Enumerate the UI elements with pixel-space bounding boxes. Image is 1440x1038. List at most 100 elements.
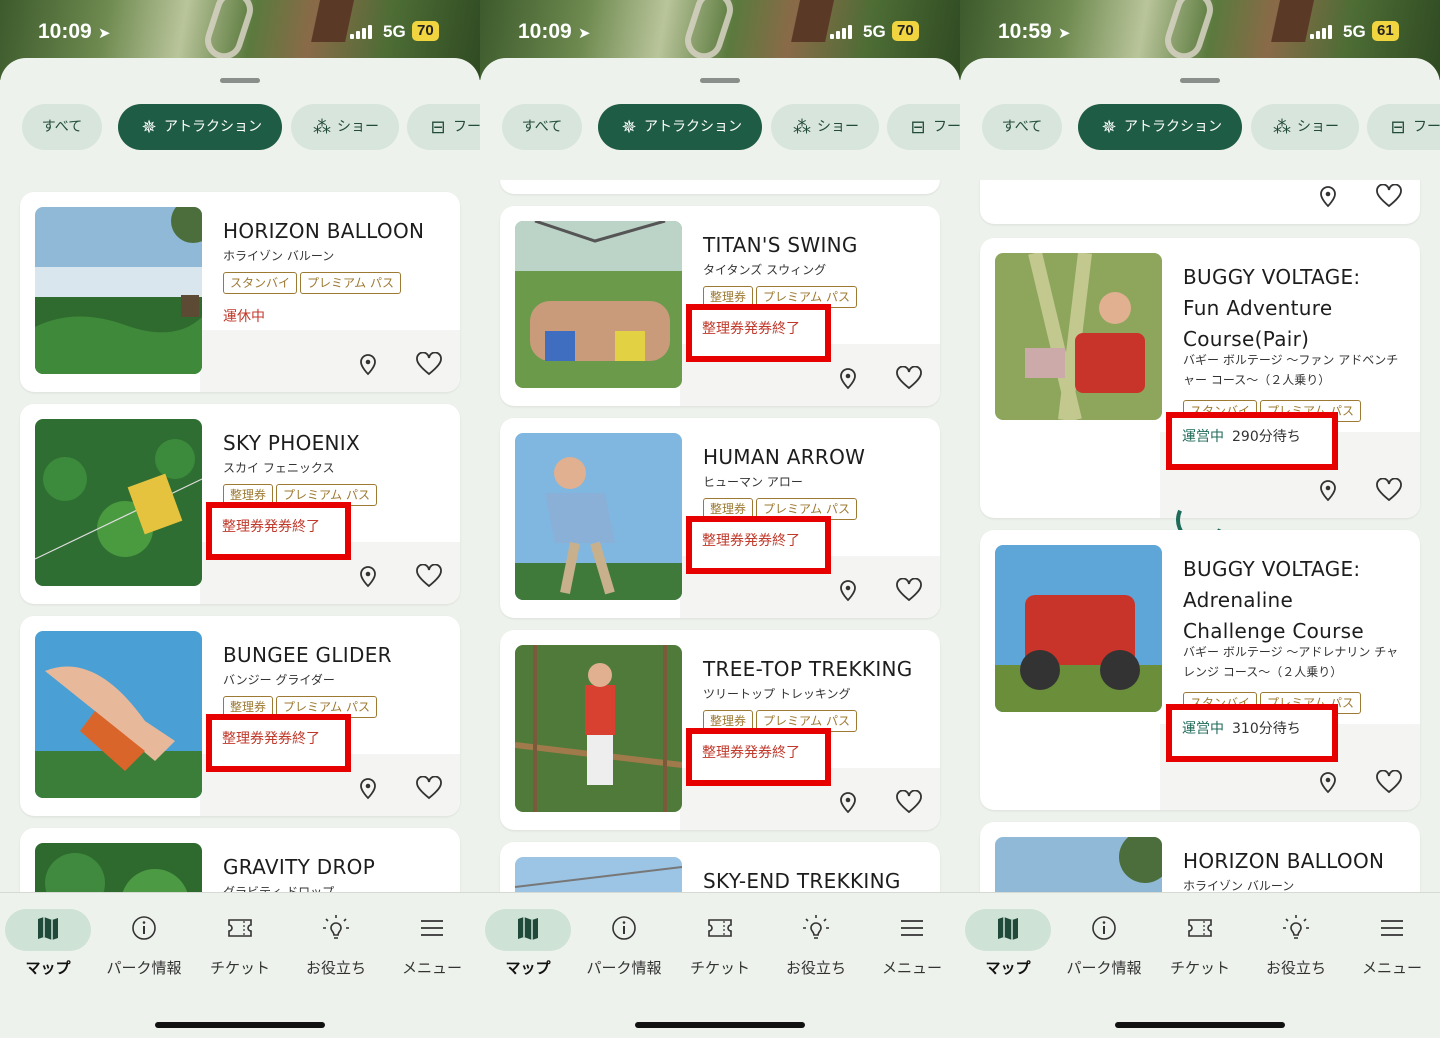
signal-icon [830,25,852,39]
status-text: 運休中 [223,309,265,325]
tab-ticket[interactable]: チケット [192,893,288,993]
attraction-card[interactable] [980,180,1420,224]
tab-map[interactable]: マップ [960,893,1056,993]
filter-chip-food[interactable]: ⊟ フー [407,104,480,150]
tab-park-info[interactable]: パーク情報 [1056,893,1152,993]
favorite-heart-icon[interactable] [896,790,922,814]
clock: 10:09 [38,20,92,43]
tab-helpful[interactable]: お役立ち [288,893,384,993]
map-icon [28,911,68,945]
map-pin-icon[interactable] [836,790,860,814]
filter-chip-show[interactable]: ⁂ ショー [771,104,879,150]
filter-chip-all[interactable]: すべて [502,104,582,150]
ticket-icon [1180,911,1220,945]
attraction-subtitle: タイタンズ スウィング [703,263,827,277]
ticket-icon [220,911,260,945]
filter-chip-attraction[interactable]: ✵ アトラクション [598,104,762,150]
attraction-card[interactable]: HUMAN ARROW ヒューマン アロー 整理券 プレミアム パス 整理券発券終… [500,418,940,618]
map-pin-icon[interactable] [1316,770,1340,794]
menu-icon [412,911,452,945]
attraction-card[interactable]: SKY-END TREKKING [500,842,940,892]
show-icon: ⁂ [1273,117,1291,138]
attraction-card[interactable]: BUGGY VOLTAGE: Adrenaline Challenge Cour… [980,530,1420,810]
wait-time: 290分待ち [1232,429,1301,445]
filter-chip-food[interactable]: ⊟ フー [1367,104,1440,150]
map-pin-icon[interactable] [356,564,380,588]
map-pin-icon[interactable] [836,578,860,602]
attraction-photo [35,843,202,892]
favorite-heart-icon[interactable] [416,776,442,800]
tab-map[interactable]: マップ [0,893,96,993]
attraction-subtitle: ホライゾン バルーン [1183,879,1295,892]
attraction-card[interactable]: TREE-TOP TREKKING ツリートップ トレッキング 整理券 プレミアム… [500,630,940,830]
status-text: 運営中 290分待ち [1182,429,1301,445]
map-pin-icon[interactable] [356,776,380,800]
filter-chip-attraction[interactable]: ✵ アトラクション [1078,104,1242,150]
attraction-photo [35,631,202,798]
map-pin-icon[interactable] [356,352,380,376]
filter-chip-show[interactable]: ⁂ ショー [291,104,399,150]
tab-menu[interactable]: メニュー [384,893,480,993]
lightbulb-icon [1276,911,1316,945]
tab-helpful[interactable]: お役立ち [1248,893,1344,993]
tab-menu[interactable]: メニュー [864,893,960,993]
food-icon: ⊟ [910,117,926,138]
attraction-card[interactable] [500,180,940,194]
sheet-grabber[interactable] [700,78,740,83]
tab-ticket[interactable]: チケット [1152,893,1248,993]
filter-chip-food[interactable]: ⊟ フー [887,104,960,150]
favorite-heart-icon[interactable] [1376,770,1402,794]
bottom-sheet: すべて ✵ アトラクション ⁂ ショー ⊟ フー BUGGY VOLTAGE: Fun… [960,58,1440,1038]
attraction-photo [515,221,682,388]
lightbulb-icon [316,911,356,945]
attraction-card[interactable]: HORIZON BALLOON ホライゾン バルーン スタンバイ プレミアム パス… [20,192,460,392]
map-pin-icon[interactable] [1316,478,1340,502]
attraction-title: BUGGY VOLTAGE: Adrenaline Challenge Cour… [1183,557,1364,643]
tab-park-info[interactable]: パーク情報 [96,893,192,993]
favorite-heart-icon[interactable] [1376,184,1402,208]
favorite-heart-icon[interactable] [896,366,922,390]
filter-chip-show[interactable]: ⁂ ショー [1251,104,1359,150]
filter-chip-attraction[interactable]: ✵ アトラクション [118,104,282,150]
tab-ticket[interactable]: チケット [672,893,768,993]
attraction-list: HORIZON BALLOON ホライゾン バルーン スタンバイ プレミアム パス… [0,180,480,892]
tab-map[interactable]: マップ [480,893,576,993]
tab-menu[interactable]: メニュー [1344,893,1440,993]
filter-chip-all[interactable]: すべて [982,104,1062,150]
map-pin-icon[interactable] [836,366,860,390]
lightbulb-icon [796,911,836,945]
battery-level: 70 [892,21,919,41]
attraction-card[interactable]: HORIZON BALLOON ホライゾン バルーン [980,822,1420,892]
favorite-heart-icon[interactable] [1376,478,1402,502]
attraction-subtitle: ツリートップ トレッキング [703,687,851,701]
food-icon: ⊟ [430,117,446,138]
attraction-subtitle: バギー ボルテージ ～ファン アドベンチャー コース～（２人乗り） [1183,353,1399,387]
tab-park-info[interactable]: パーク情報 [576,893,672,993]
favorite-heart-icon[interactable] [416,564,442,588]
tab-bar: マップ パーク情報 チケット お役立ち メニュー [960,892,1440,1038]
favorite-heart-icon[interactable] [896,578,922,602]
attraction-title: HORIZON BALLOON [1183,849,1385,873]
attraction-card[interactable]: TITAN'S SWING タイタンズ スウィング 整理券 プレミアム パス 整理… [500,206,940,406]
status-text: 整理券発券終了 [702,321,800,337]
attraction-card[interactable]: GRAVITY DROP グラビティ ドロップ [20,828,460,892]
attraction-card[interactable]: BUNGEE GLIDER バンジー グライダー 整理券 プレミアム パス 整理券… [20,616,460,816]
sheet-grabber[interactable] [220,78,260,83]
clock: 10:59 [998,20,1052,43]
attraction-subtitle: ホライゾン バルーン [223,249,335,263]
filter-chips: すべて ✵ アトラクション ⁂ ショー ⊟ フー [480,104,960,180]
bottom-sheet: すべて ✵ アトラクション ⁂ ショー ⊟ フー HORIZON BALLOON ホラ… [0,58,480,1038]
tab-helpful[interactable]: お役立ち [768,893,864,993]
status-text: 整理券発券終了 [702,533,800,549]
attraction-photo [515,433,682,600]
attraction-card[interactable]: SKY PHOENIX スカイ フェニックス 整理券 プレミアム パス 整理券発券… [20,404,460,604]
status-text: 整理券発券終了 [702,745,800,761]
sheet-grabber[interactable] [1180,78,1220,83]
map-pin-icon[interactable] [1316,184,1340,208]
attraction-title: BUNGEE GLIDER [223,643,392,667]
filter-chip-all[interactable]: すべて [22,104,102,150]
attraction-card[interactable]: BUGGY VOLTAGE: Fun Adventure Course(Pair… [980,238,1420,518]
attraction-title: TREE-TOP TREKKING [703,657,913,681]
filter-chips: すべて ✵ アトラクション ⁂ ショー ⊟ フー [0,104,480,180]
favorite-heart-icon[interactable] [416,352,442,376]
